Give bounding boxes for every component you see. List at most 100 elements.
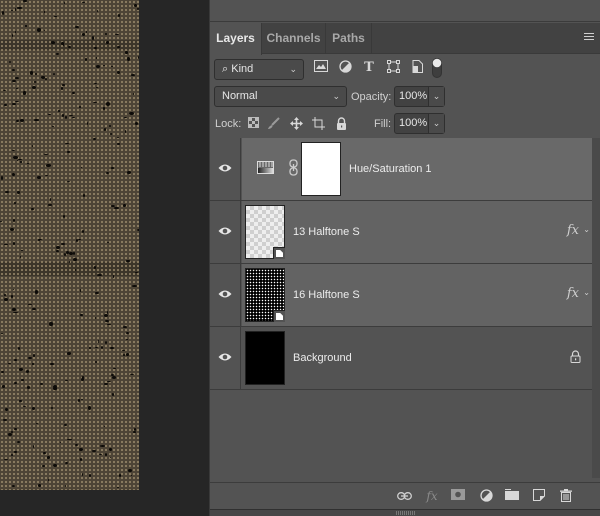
pixel-layer-filter-icon[interactable] <box>313 60 329 76</box>
canvas-speck <box>103 313 109 317</box>
canvas-speck <box>40 76 45 79</box>
layer-lock-icon[interactable] <box>570 350 581 363</box>
layer-thumbnail[interactable] <box>245 331 285 385</box>
canvas-speck <box>4 190 10 193</box>
canvas-speck <box>3 298 8 301</box>
add-layer-style-icon[interactable]: fx <box>424 489 440 503</box>
tab-channels[interactable]: Channels <box>262 23 326 54</box>
layers-bottom-toolbar: fx <box>210 482 600 509</box>
canvas-speck <box>84 58 87 61</box>
lock-position-icon[interactable] <box>289 117 303 131</box>
canvas-speck <box>46 455 50 459</box>
canvas-speck <box>12 219 15 222</box>
layer-row-hue-saturation[interactable]: Hue/Saturation 1 <box>210 138 593 201</box>
layer-thumbnail[interactable] <box>245 205 285 259</box>
lock-transparent-pixels-icon[interactable] <box>246 117 260 131</box>
expand-effects-chevron-icon[interactable]: ⌄ <box>583 288 590 297</box>
expand-effects-chevron-icon[interactable]: ⌄ <box>583 225 590 234</box>
tab-layers[interactable]: Layers <box>210 23 262 55</box>
layer-row-background[interactable]: Background <box>210 327 593 390</box>
mask-link-icon[interactable] <box>289 159 298 176</box>
opacity-dropdown-button[interactable]: ⌄ <box>428 87 444 106</box>
fill-field[interactable]: 100% ⌄ <box>394 113 445 134</box>
visibility-column <box>210 327 241 389</box>
canvas-speck <box>43 29 45 32</box>
new-group-icon[interactable] <box>504 489 520 503</box>
eye-icon[interactable] <box>218 289 232 299</box>
canvas-speck <box>114 206 119 209</box>
canvas-speck <box>14 202 16 204</box>
layer-thumbnail[interactable] <box>245 268 285 322</box>
filter-toggle-switch[interactable] <box>432 58 442 78</box>
canvas-speck <box>23 405 27 407</box>
canvas-speck <box>28 303 32 305</box>
resize-grip-icon <box>396 511 416 515</box>
canvas-speck <box>64 379 68 381</box>
layer-row-13-halftone[interactable]: 13 Halftone S fx ⌄ <box>210 201 593 264</box>
layer-name[interactable]: Hue/Saturation 1 <box>349 163 432 175</box>
canvas-speck <box>1 370 4 373</box>
canvas-speck <box>89 347 91 349</box>
new-layer-icon[interactable] <box>531 489 547 503</box>
layer-name[interactable]: 13 Halftone S <box>293 226 360 238</box>
panel-tab-bar: Layers Channels Paths <box>210 23 600 55</box>
layer-row-16-halftone[interactable]: 16 Halftone S fx ⌄ <box>210 264 593 327</box>
document-canvas[interactable] <box>0 0 139 490</box>
canvas-speck <box>9 228 14 232</box>
eye-icon[interactable] <box>218 226 232 236</box>
canvas-speck <box>47 204 52 206</box>
new-adjustment-layer-icon[interactable] <box>478 489 494 503</box>
canvas-speck <box>32 362 34 366</box>
layer-name[interactable]: 16 Halftone S <box>293 289 360 301</box>
canvas-speck <box>85 30 87 33</box>
smart-object-badge-icon <box>273 247 285 259</box>
canvas-speck <box>67 438 72 440</box>
add-mask-icon[interactable] <box>450 489 466 503</box>
lock-image-pixels-icon[interactable] <box>266 117 280 131</box>
shape-layer-filter-icon[interactable] <box>385 60 401 76</box>
panel-resize-handle[interactable] <box>210 509 600 516</box>
layer-name[interactable]: Background <box>293 352 352 364</box>
canvas-speck <box>112 392 114 397</box>
canvas-speck <box>94 266 96 269</box>
filter-kind-select[interactable]: ⌕ Kind ⌄ <box>214 59 304 80</box>
canvas-speck <box>10 295 14 298</box>
canvas-speck <box>12 149 16 151</box>
canvas-speck <box>79 447 84 451</box>
canvas-speck <box>16 440 20 443</box>
type-layer-filter-icon[interactable]: T <box>361 60 377 76</box>
canvas-speck <box>130 73 135 76</box>
eye-icon[interactable] <box>218 163 232 173</box>
fill-label: Fill: <box>374 118 392 130</box>
opacity-field[interactable]: 100% ⌄ <box>394 86 445 107</box>
canvas-speck <box>17 7 22 9</box>
canvas-speck <box>86 121 88 125</box>
tab-paths[interactable]: Paths <box>326 23 372 54</box>
canvas-speck <box>8 433 12 436</box>
hamburger-menu-icon[interactable] <box>584 33 594 42</box>
canvas-speck <box>22 0 27 2</box>
canvas-speck <box>92 101 97 103</box>
layer-effects-icon[interactable]: fx <box>567 223 579 238</box>
eye-icon[interactable] <box>218 352 232 362</box>
canvas-speck <box>79 105 81 108</box>
delete-layer-icon[interactable] <box>558 489 574 503</box>
layer-effects-icon[interactable]: fx <box>567 286 579 301</box>
lock-artboard-icon[interactable] <box>311 117 325 131</box>
link-layers-icon[interactable] <box>396 489 412 503</box>
canvas-speck <box>118 14 120 17</box>
canvas-speck <box>75 239 78 242</box>
smart-object-filter-icon[interactable] <box>409 60 425 76</box>
fill-dropdown-button[interactable]: ⌄ <box>428 114 444 133</box>
canvas-speck <box>91 36 95 40</box>
canvas-speck <box>105 319 109 322</box>
canvas-speck <box>103 425 106 427</box>
adjustment-layer-filter-icon[interactable] <box>337 60 353 76</box>
canvas-speck <box>20 161 22 163</box>
blend-mode-select[interactable]: Normal ⌄ <box>214 86 347 107</box>
layer-mask-thumbnail[interactable] <box>301 142 341 196</box>
canvas-speck <box>56 53 60 55</box>
layers-scrollbar[interactable] <box>592 138 600 478</box>
canvas-speck <box>56 245 61 249</box>
lock-all-icon[interactable] <box>334 117 348 131</box>
